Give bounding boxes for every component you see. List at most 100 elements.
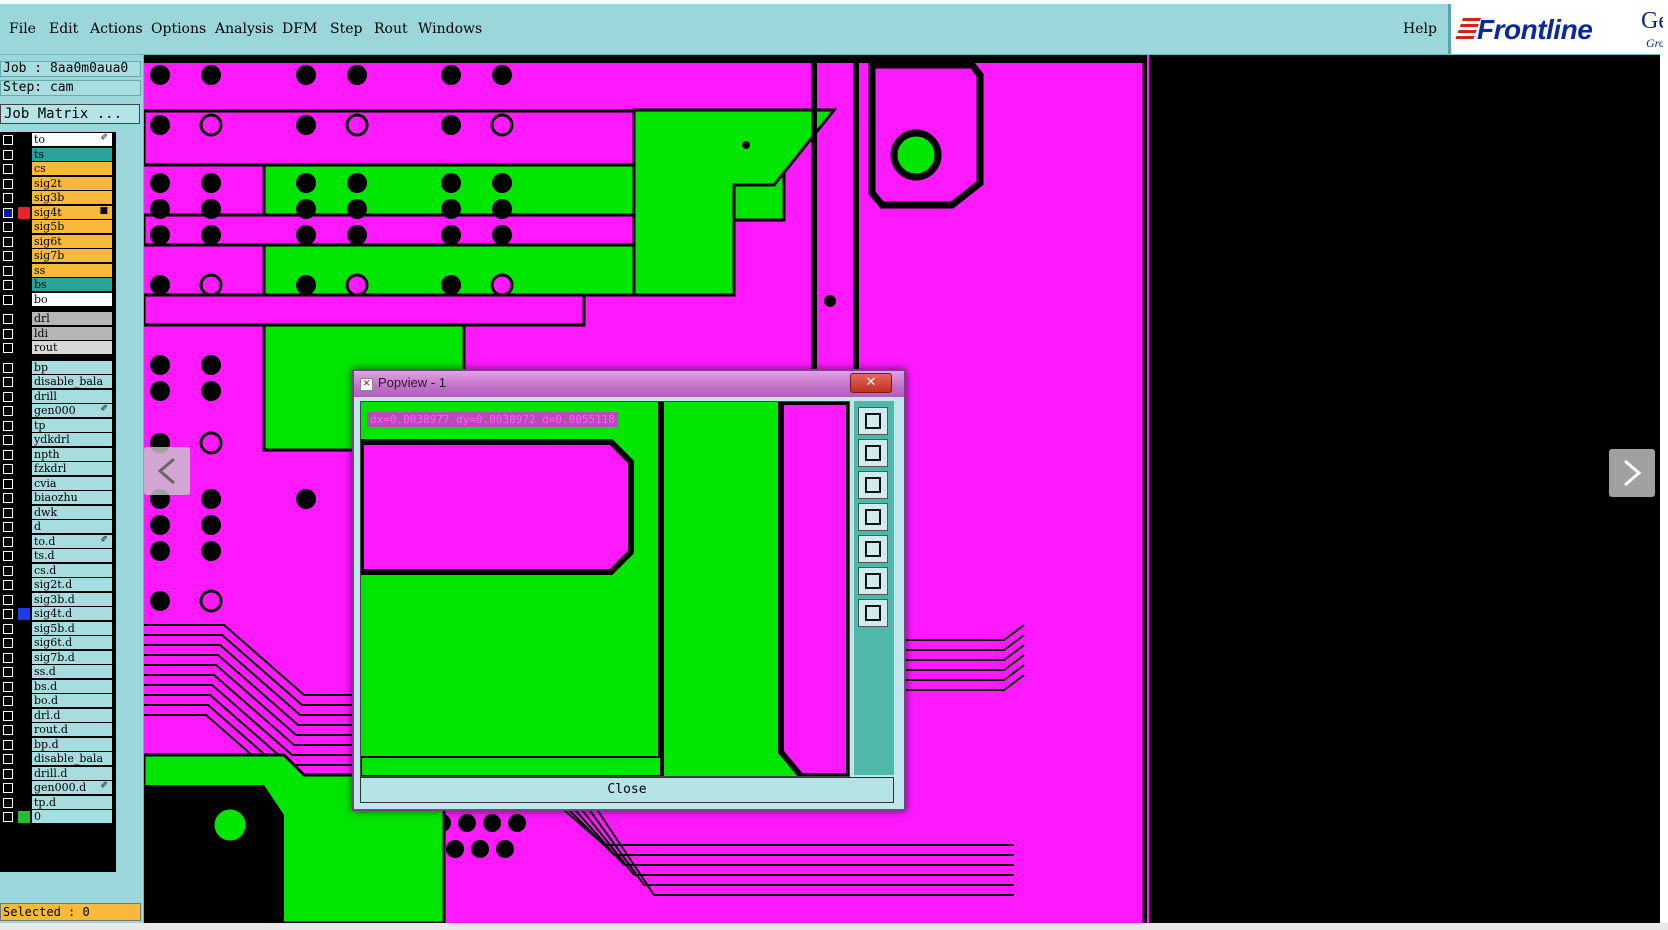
layer-checkbox[interactable] (3, 294, 13, 305)
layer-name[interactable]: ts (32, 147, 112, 161)
layer-row[interactable]: ss (0, 263, 116, 278)
layer-checkbox[interactable] (3, 493, 13, 503)
layer-row[interactable]: rout (0, 341, 116, 355)
layer-row[interactable]: to ✐ (0, 133, 116, 147)
layer-checkbox[interactable] (3, 725, 13, 735)
layer-checkbox[interactable] (3, 328, 13, 339)
layer-checkbox[interactable] (3, 623, 13, 634)
layer-row[interactable]: cs (0, 162, 116, 176)
layer-checkbox[interactable] (3, 435, 13, 445)
layer-color-swatch[interactable] (18, 550, 30, 562)
layer-row[interactable]: gen000.d ✐ (0, 781, 116, 795)
layer-checkbox[interactable] (3, 507, 13, 518)
layer-name[interactable]: npth (32, 447, 112, 461)
layer-row[interactable]: ss.d (0, 665, 116, 679)
layer-name[interactable]: cvia (32, 476, 112, 490)
layer-row[interactable]: dwk (0, 505, 116, 520)
layer-name[interactable]: rout.d (32, 723, 112, 736)
layer-name[interactable]: sig3b (32, 191, 112, 204)
layer-name[interactable]: tp.d (32, 795, 112, 809)
layer-color-swatch[interactable] (18, 739, 30, 751)
layer-color-swatch[interactable] (18, 449, 30, 461)
layer-row[interactable]: gen000 ✐ (0, 404, 116, 418)
layer-name[interactable]: tp (32, 418, 112, 432)
layer-name[interactable]: sig2t (32, 176, 112, 190)
layer-name[interactable]: sig7b.d (32, 650, 112, 664)
layer-row[interactable]: drl (0, 312, 116, 326)
menu-windows[interactable]: Windows (418, 21, 482, 37)
popview-titlebar[interactable]: ✕ Popview - 1 ✕ (354, 371, 904, 397)
layer-row[interactable]: bp.d (0, 737, 116, 752)
layer-row[interactable]: npth (0, 447, 116, 462)
layer-color-swatch[interactable] (18, 163, 30, 175)
layer-checkbox[interactable] (3, 522, 13, 532)
layer-row[interactable]: sig7b (0, 249, 116, 263)
layer-checkbox[interactable] (3, 314, 13, 324)
layer-checkbox[interactable] (3, 449, 13, 460)
layer-color-swatch[interactable] (18, 594, 30, 606)
layer-row[interactable]: sig5b.d (0, 621, 116, 636)
layer-row[interactable]: to.d ✐ (0, 534, 116, 549)
layer-row[interactable]: ydkdrl (0, 433, 116, 447)
layer-checkbox[interactable] (3, 768, 13, 779)
layer-row[interactable]: bs.d (0, 679, 116, 694)
layer-color-swatch[interactable] (18, 652, 30, 664)
layer-row[interactable]: sig5b (0, 220, 116, 234)
layer-row[interactable]: drill.d (0, 766, 116, 781)
layer-color-swatch[interactable] (18, 236, 30, 248)
layer-row[interactable]: sig4t ■ (0, 205, 116, 220)
fit-button[interactable] (858, 567, 888, 595)
zoom-up-button[interactable] (858, 439, 888, 467)
layer-checkbox[interactable] (3, 478, 13, 489)
menu-rout[interactable]: Rout (374, 21, 408, 37)
layer-name[interactable]: cs (32, 162, 112, 175)
layer-checkbox[interactable] (3, 343, 13, 353)
layer-row[interactable]: rout.d (0, 723, 116, 737)
menu-help[interactable]: Help (1403, 21, 1437, 37)
layer-row[interactable]: sig2t (0, 176, 116, 191)
layer-checkbox[interactable] (3, 783, 13, 793)
layer-row[interactable]: sig3b.d (0, 592, 116, 607)
layer-color-swatch[interactable] (18, 753, 30, 765)
layer-name[interactable]: bo.d (32, 694, 112, 707)
layer-name[interactable]: biaozhu (32, 491, 112, 504)
layer-checkbox[interactable] (3, 391, 13, 402)
layer-row[interactable]: sig2t.d (0, 578, 116, 592)
layer-row[interactable]: cvia (0, 476, 116, 491)
layer-row[interactable]: sig7b.d (0, 650, 116, 665)
center-button[interactable] (858, 599, 888, 627)
layer-color-swatch[interactable] (18, 666, 30, 678)
layer-row[interactable]: ts.d (0, 549, 116, 563)
layer-color-swatch[interactable] (18, 391, 30, 403)
layer-row[interactable]: sig3b (0, 191, 116, 205)
layer-checkbox[interactable] (3, 207, 13, 218)
menu-edit[interactable]: Edit (49, 21, 78, 37)
layer-name[interactable]: ts.d (32, 549, 112, 562)
layer-checkbox[interactable] (3, 149, 13, 160)
layer-name[interactable]: drill (32, 389, 112, 403)
job-matrix-button[interactable]: Job Matrix ... (0, 104, 140, 124)
layer-name[interactable]: bs (32, 278, 112, 291)
layer-row[interactable]: ldi (0, 326, 116, 341)
layer-checkbox[interactable] (3, 362, 13, 373)
layer-name[interactable]: bo (32, 292, 112, 306)
layer-row[interactable]: ts (0, 147, 116, 162)
menu-analysis[interactable]: Analysis (215, 21, 274, 37)
layer-color-swatch[interactable] (18, 797, 30, 809)
layer-color-swatch[interactable] (18, 608, 30, 620)
layer-checkbox[interactable] (3, 739, 13, 750)
layer-name[interactable]: ss.d (32, 665, 112, 678)
prev-arrow[interactable] (144, 447, 190, 495)
layer-checkbox[interactable] (3, 667, 13, 677)
layer-row[interactable]: sig6t.d (0, 636, 116, 650)
layer-name[interactable]: sig4t.d (32, 607, 112, 620)
layer-checkbox[interactable] (3, 609, 13, 619)
layer-checkbox[interactable] (3, 580, 13, 590)
pan-left-button[interactable] (858, 503, 888, 531)
layer-checkbox[interactable] (3, 377, 13, 387)
layer-color-swatch[interactable] (18, 206, 30, 219)
layer-color-swatch[interactable] (18, 478, 30, 490)
layer-name[interactable]: ydkdrl (32, 433, 112, 446)
layer-name[interactable]: d (32, 520, 112, 533)
layer-name[interactable]: bs.d (32, 679, 112, 693)
